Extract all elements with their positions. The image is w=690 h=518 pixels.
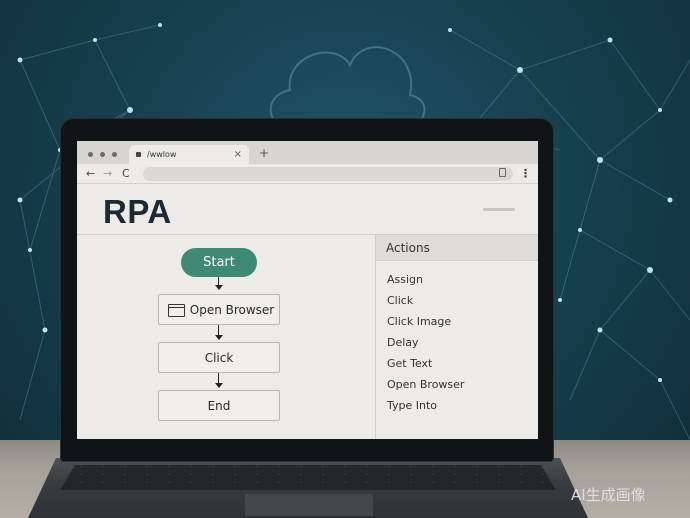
watermark-text: AI生成画像: [571, 486, 646, 504]
flow-step-open-browser[interactable]: Open Browser: [158, 294, 280, 325]
browser-tab-bar: /wwlow × +: [77, 141, 538, 164]
page-title: RPA: [103, 193, 172, 230]
reload-icon[interactable]: C: [122, 166, 130, 182]
browser-tab[interactable]: /wwlow ×: [129, 145, 249, 164]
window-dot-icon[interactable]: [88, 152, 93, 157]
workflow-canvas: Start Open Browser Click End: [77, 235, 375, 439]
laptop-keyboard: [60, 465, 556, 490]
browser-window-icon: [168, 304, 185, 317]
arrow-down-icon: [215, 285, 223, 290]
back-arrow-icon[interactable]: ←: [86, 166, 95, 182]
flow-step-label: End: [207, 399, 231, 413]
flow-connector: [218, 277, 219, 285]
window-dot-icon[interactable]: [112, 152, 117, 157]
flow-connector: [218, 373, 219, 383]
arrow-down-icon: [215, 335, 223, 340]
action-item[interactable]: Type Into: [387, 399, 437, 413]
flow-step-label: Open Browser: [189, 303, 275, 317]
actions-panel-header: Actions: [376, 235, 538, 261]
action-item[interactable]: Click Image: [387, 315, 451, 329]
flow-start-node[interactable]: Start: [181, 248, 257, 277]
menu-line-icon[interactable]: [483, 208, 515, 211]
actions-panel: Actions Assign Click Click Image Delay G…: [376, 235, 538, 439]
tab-title: /wwlow: [147, 150, 177, 159]
action-item[interactable]: Open Browser: [387, 378, 464, 392]
action-item[interactable]: Delay: [387, 336, 419, 350]
new-tab-icon[interactable]: +: [259, 145, 269, 161]
tab-favicon-icon: [136, 152, 141, 157]
browser-toolbar: ← → C ⋮: [77, 164, 538, 184]
window-dot-icon[interactable]: [100, 152, 105, 157]
address-bar[interactable]: [143, 167, 513, 181]
flow-connector: [218, 325, 219, 335]
action-item[interactable]: Get Text: [387, 357, 432, 371]
action-item[interactable]: Assign: [387, 273, 423, 287]
action-item[interactable]: Click: [387, 294, 413, 308]
flow-end-node[interactable]: End: [158, 390, 280, 421]
flow-step-label: Click: [204, 351, 234, 365]
forward-arrow-icon[interactable]: →: [103, 166, 112, 182]
flow-step-click[interactable]: Click: [158, 342, 280, 373]
laptop-trackpad: [245, 494, 373, 516]
laptop-screen: /wwlow × + ← → C ⋮ RPA Start Open Browse…: [77, 141, 538, 439]
arrow-down-icon: [215, 383, 223, 388]
tab-close-icon[interactable]: ×: [234, 145, 242, 164]
browser-menu-icon[interactable]: ⋮: [520, 166, 531, 182]
bookmark-icon[interactable]: [499, 168, 506, 177]
